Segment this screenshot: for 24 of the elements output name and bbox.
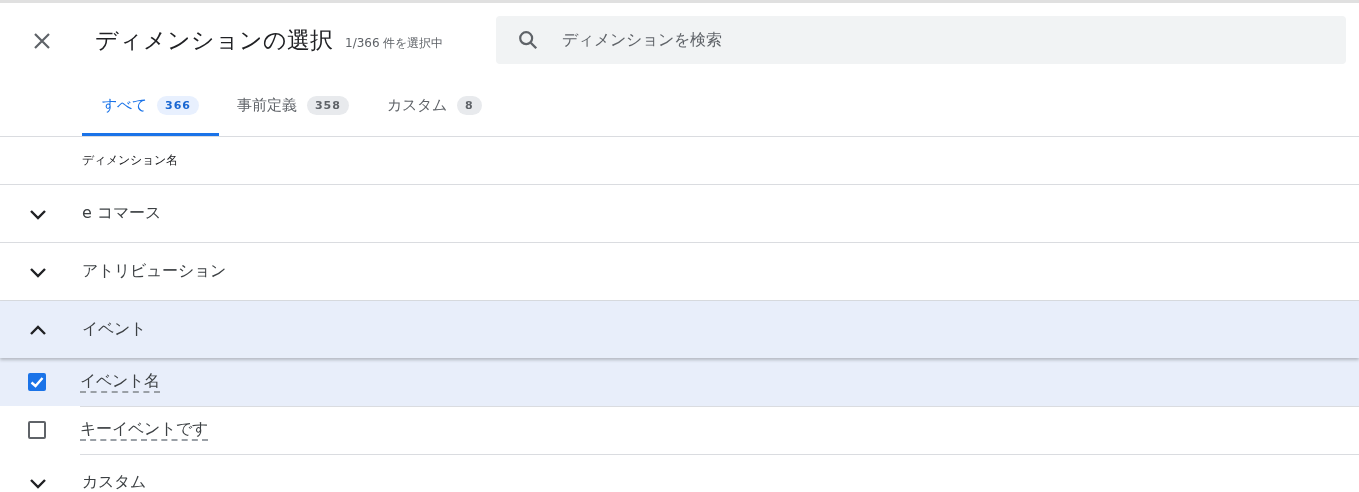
close-button[interactable] xyxy=(33,31,51,50)
dialog-title: ディメンションの選択 xyxy=(95,26,333,55)
group-label: アトリビューション xyxy=(82,261,226,282)
count-badge: 8 xyxy=(456,96,482,115)
search-field[interactable]: ディメンションを検索 xyxy=(496,15,1346,64)
column-header: ディメンション名 xyxy=(82,152,178,169)
group-label: イベント xyxy=(82,319,146,340)
count-badge: 358 xyxy=(306,96,349,115)
group-label: カスタム xyxy=(82,472,146,492)
group-row[interactable]: カスタム xyxy=(0,454,1359,492)
checkbox[interactable] xyxy=(28,373,46,391)
close-icon xyxy=(33,31,51,50)
selection-count: 1/366 件を選択中 xyxy=(345,35,444,52)
dimension-name[interactable]: イベント名 xyxy=(80,370,160,393)
checkbox[interactable] xyxy=(28,421,46,439)
group-row[interactable]: イベント xyxy=(0,301,1359,358)
group-row[interactable]: e コマース xyxy=(0,185,1359,243)
dimension-name[interactable]: キーイベントです xyxy=(80,418,208,441)
tab[interactable]: カスタム 8 xyxy=(366,78,502,136)
tab[interactable]: 事前定義 358 xyxy=(216,78,369,136)
search-icon xyxy=(517,28,539,51)
tab[interactable]: すべて 366 xyxy=(82,78,219,136)
group-label: e コマース xyxy=(82,203,161,224)
count-badge: 366 xyxy=(157,96,199,115)
